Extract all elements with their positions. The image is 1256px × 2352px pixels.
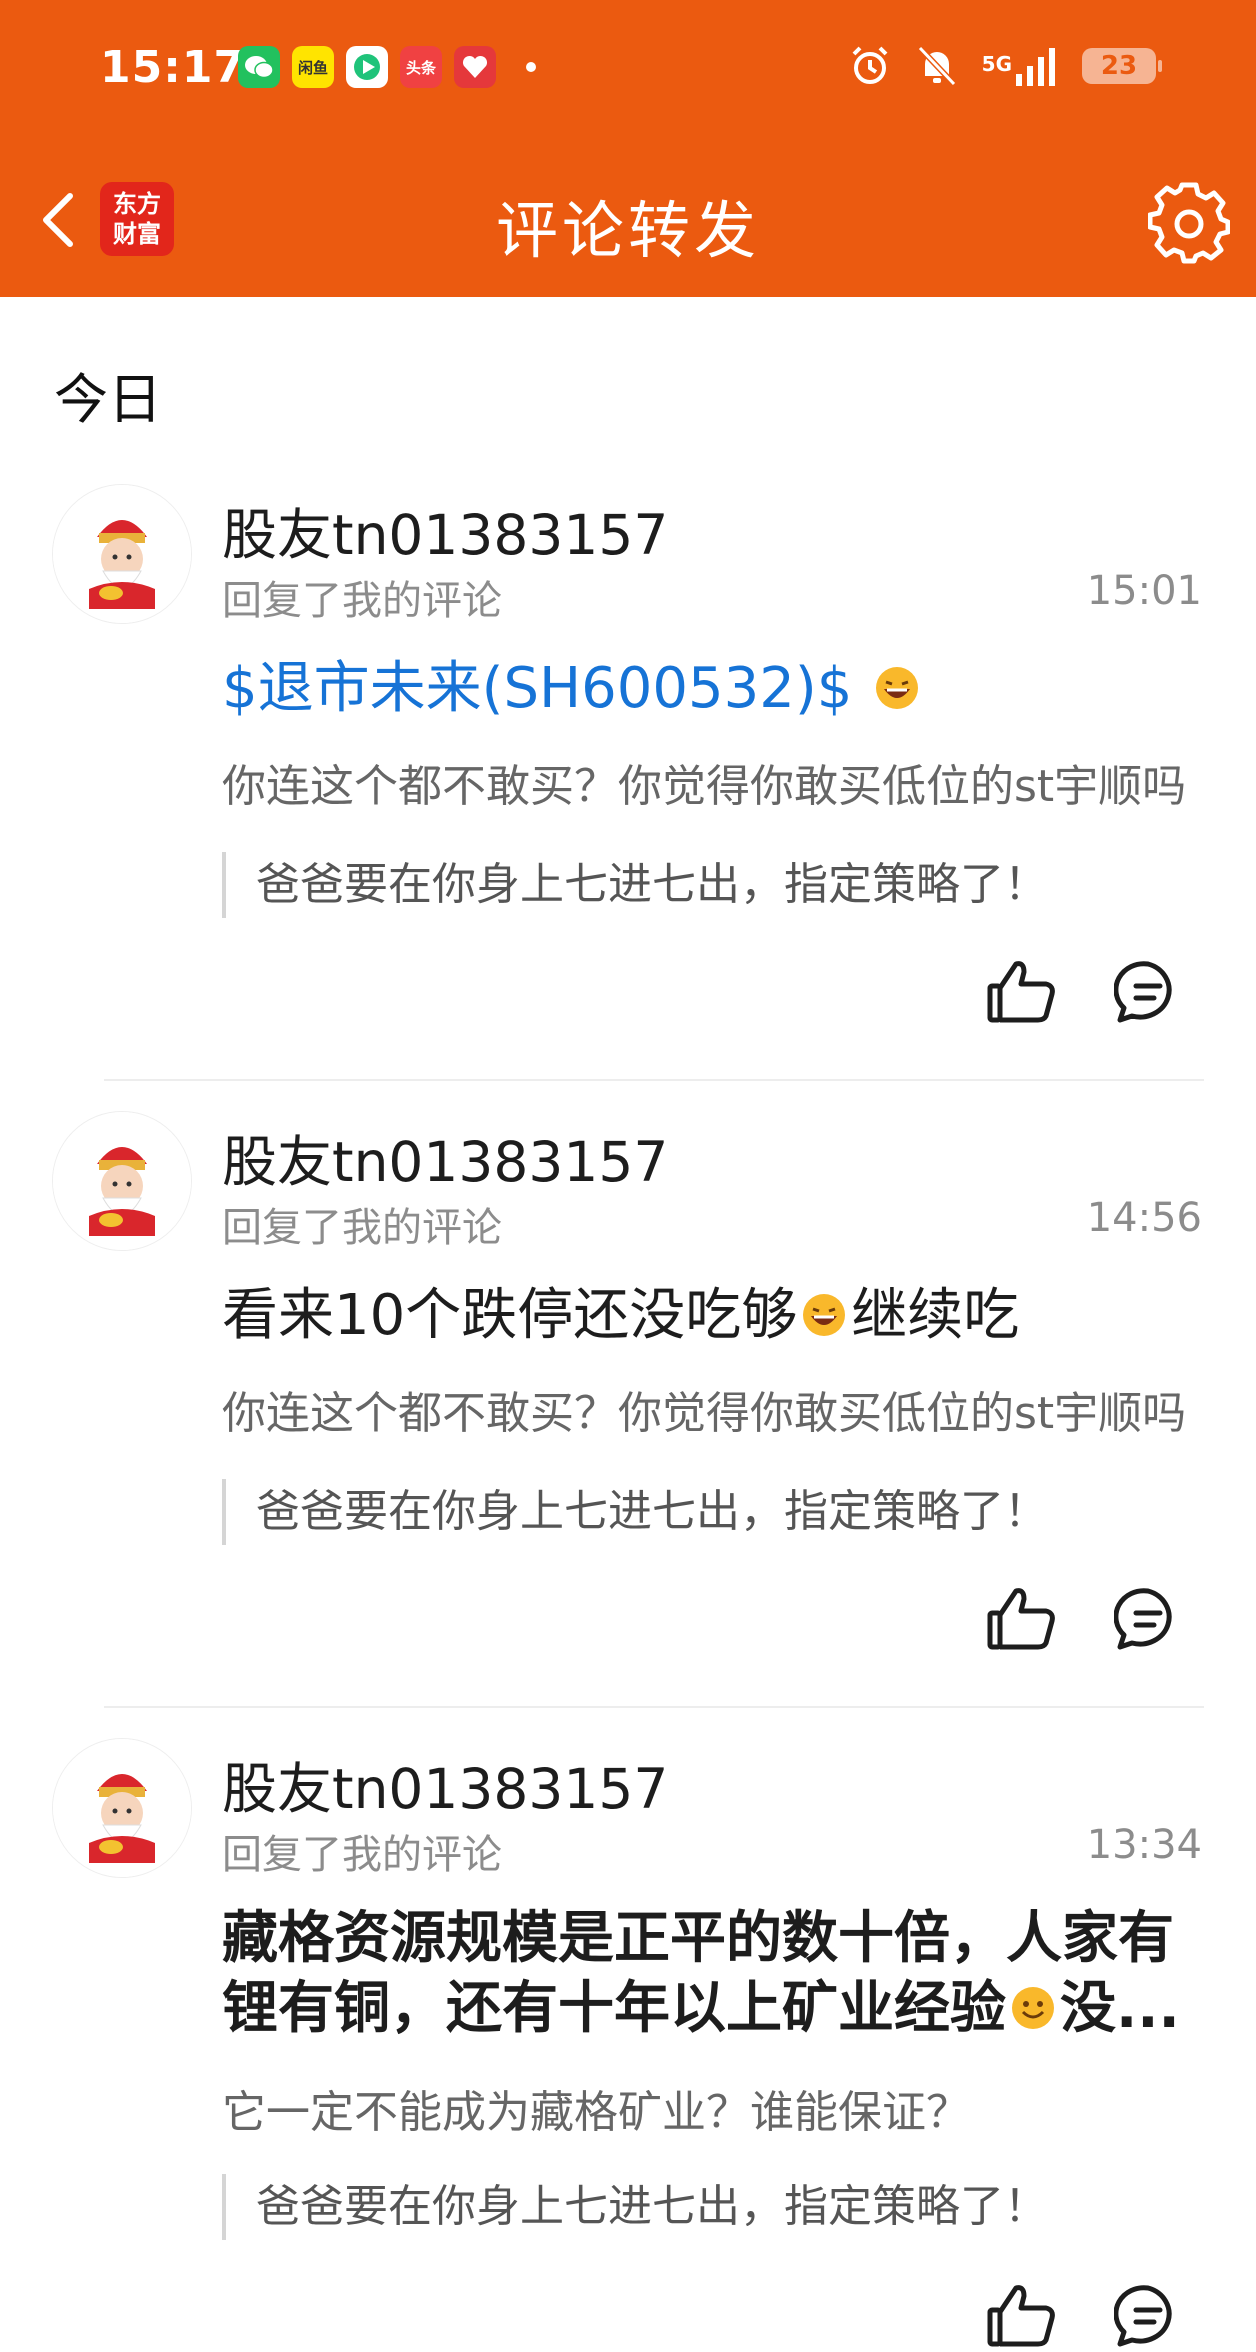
reply-time: 14:56 bbox=[1086, 1195, 1202, 1241]
divider bbox=[104, 1079, 1204, 1081]
wechat-icon bbox=[238, 46, 280, 88]
username[interactable]: 股友tn01383157 bbox=[222, 1744, 668, 1824]
status-bar: 15:17 闲鱼 头条 5G 23 bbox=[0, 0, 1256, 140]
notification-icons: 闲鱼 头条 bbox=[238, 46, 536, 88]
settings-gear-icon[interactable] bbox=[1148, 182, 1230, 264]
reply-subtitle: 回复了我的评论 bbox=[222, 1832, 502, 1878]
app-header: 15:17 闲鱼 头条 5G 23 东方 财富 评论转发 bbox=[0, 0, 1256, 297]
original-comment: 你连这个都不敢买？你觉得你敢买低位的st宇顺吗 bbox=[222, 1388, 1187, 1439]
username[interactable]: 股友tn01383157 bbox=[222, 490, 668, 570]
mute-icon bbox=[917, 45, 956, 87]
avatar[interactable] bbox=[52, 1738, 192, 1878]
comment-icon[interactable] bbox=[1114, 1585, 1182, 1653]
reply-content[interactable]: $退市未来(SH600532)$ bbox=[222, 654, 1202, 724]
laughing-emoji-icon bbox=[803, 1294, 846, 1336]
status-time: 15:17 bbox=[100, 42, 246, 93]
username[interactable]: 股友tn01383157 bbox=[222, 1117, 668, 1197]
reply-text-part: 继续吃 bbox=[851, 1283, 1020, 1348]
quoted-text: 爸爸要在你身上七进七出，指定策略了！ bbox=[222, 1479, 1176, 1545]
reply-text-part: 看来10个跌停还没吃够 bbox=[222, 1283, 798, 1348]
xianyu-icon: 闲鱼 bbox=[292, 46, 334, 88]
divider bbox=[104, 1706, 1204, 1708]
quoted-text: 爸爸要在你身上七进七出，指定策略了！ bbox=[222, 2174, 1176, 2240]
section-title-today: 今日 bbox=[54, 368, 162, 431]
reply-text-part: 没... bbox=[1060, 1976, 1180, 2041]
shopping-app-icon bbox=[454, 46, 496, 88]
reply-time: 15:01 bbox=[1086, 568, 1202, 614]
more-notifications-dot bbox=[526, 62, 536, 72]
reply-content[interactable]: 藏格资源规模是正平的数十倍，人家有锂有铜，还有十年以上矿业经验 没... bbox=[222, 1904, 1202, 2044]
status-right: 5G 23 bbox=[848, 44, 1162, 88]
signal-icon: 5G bbox=[982, 46, 1058, 86]
alarm-icon bbox=[852, 46, 888, 84]
avatar[interactable] bbox=[52, 484, 192, 624]
comment-icon[interactable] bbox=[1114, 958, 1182, 1026]
original-comment: 它一定不能成为藏格矿业？谁能保证？ bbox=[222, 2087, 970, 2138]
nav-bar: 东方 财富 评论转发 bbox=[0, 160, 1256, 280]
toutiao-icon: 头条 bbox=[400, 46, 442, 88]
reply-subtitle: 回复了我的评论 bbox=[222, 578, 502, 624]
smile-emoji-icon bbox=[1012, 1987, 1054, 2029]
page-title: 评论转发 bbox=[495, 194, 760, 267]
like-thumb-icon[interactable] bbox=[986, 1583, 1058, 1655]
like-thumb-icon[interactable] bbox=[986, 956, 1058, 1028]
stock-link[interactable]: $退市未来(SH600532)$ bbox=[222, 656, 852, 721]
battery-icon: 23 bbox=[1082, 48, 1162, 84]
reply-subtitle: 回复了我的评论 bbox=[222, 1205, 502, 1251]
reply-time: 13:34 bbox=[1086, 1822, 1202, 1868]
original-comment: 你连这个都不敢买？你觉得你敢买低位的st宇顺吗 bbox=[222, 761, 1187, 812]
like-thumb-icon[interactable] bbox=[986, 2280, 1058, 2352]
reply-content[interactable]: 看来10个跌停还没吃够 继续吃 bbox=[222, 1281, 1202, 1351]
laughing-emoji-icon bbox=[876, 667, 919, 709]
avatar[interactable] bbox=[52, 1111, 192, 1251]
video-app-icon bbox=[346, 46, 388, 88]
comment-icon[interactable] bbox=[1114, 2282, 1182, 2350]
quoted-text: 爸爸要在你身上七进七出，指定策略了！ bbox=[222, 852, 1176, 918]
